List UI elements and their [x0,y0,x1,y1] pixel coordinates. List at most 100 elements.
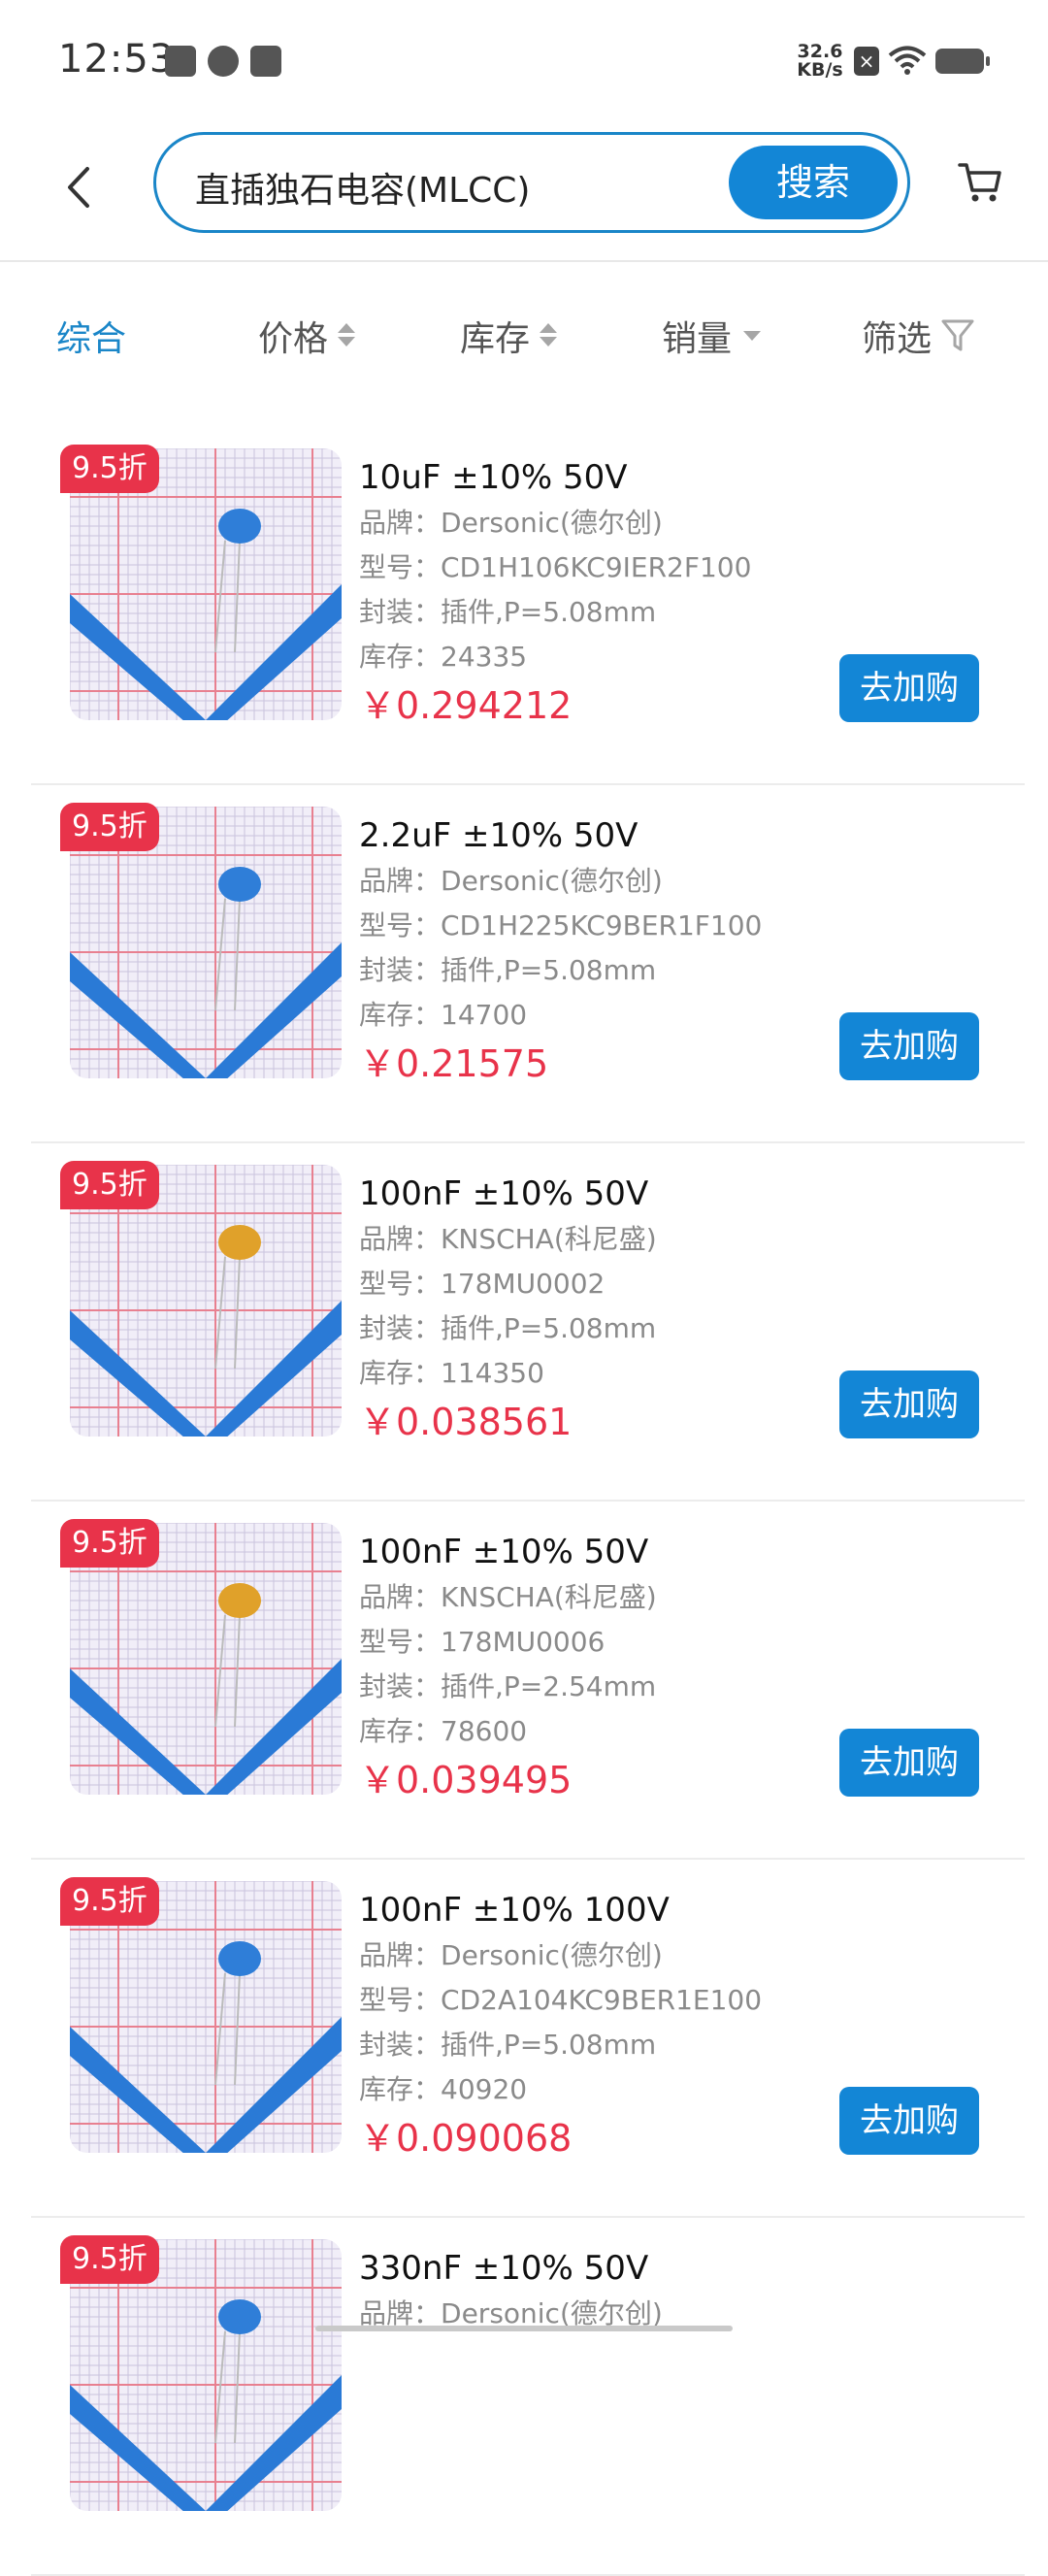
stock-row: 库存：24335 [359,635,776,679]
filter-icon [941,319,974,351]
tab-sales[interactable]: 销量 [662,311,762,361]
package-label: 封装： [359,954,442,986]
battery-icon [935,49,990,74]
brand-row: 品牌：Dersonic(德尔创) [359,1933,776,1978]
back-icon[interactable] [60,163,99,212]
sort-bar: 综合 价格 库存 销量 筛选 [0,291,1048,379]
brand-value: KNSCHA(科尼盛) [441,1581,657,1613]
search-input[interactable]: 直插独石电容(MLCC) 搜索 [153,132,910,233]
product-title[interactable]: 2.2uF ±10% 50V [359,812,776,859]
add-to-cart-button[interactable]: 去加购 [839,2087,979,2155]
product-info: 2.2uF ±10% 50V 品牌：Dersonic(德尔创) 型号：CD1H2… [359,812,776,1092]
sort-updown-icon [338,323,356,348]
package-row: 封装：插件,P=5.08mm [359,948,776,993]
brand-label: 品牌： [359,1581,442,1613]
tab-stock[interactable]: 库存 [460,311,558,361]
header-divider [0,260,1048,262]
stock-label: 库存： [359,641,442,673]
product-info: 100nF ±10% 100V 品牌：Dersonic(德尔创) 型号：CD2A… [359,1887,776,2166]
stock-value: 14700 [441,999,528,1031]
discount-badge: 9.5折 [60,445,159,493]
package-value: 插件,P=5.08mm [441,954,657,986]
tab-label: 销量 [662,319,733,359]
product-info: 100nF ±10% 50V 品牌：KNSCHA(科尼盛) 型号：178MU00… [359,1171,776,1450]
tab-label: 筛选 [862,319,933,359]
package-label: 封装： [359,596,442,628]
package-label: 封装： [359,2029,442,2061]
discount-badge: 9.5折 [60,1877,159,1926]
network-speed: 32.6 KB/s [797,41,843,81]
notification-icon [165,46,196,77]
product-title[interactable]: 330nF ±10% 50V [359,2245,776,2292]
product-price: ￥0.038561 [359,1401,573,1443]
brand-row: 品牌：Dersonic(德尔创) [359,859,776,904]
product-item[interactable]: 9.5折 10uF ±10% 50V 品牌：Dersonic(德尔创) 型号：C… [31,427,1025,785]
add-to-cart-button[interactable]: 去加购 [839,654,979,722]
stock-row: 库存：40920 [359,2067,776,2112]
package-row: 封装：插件,P=2.54mm [359,1665,776,1709]
tab-price[interactable]: 价格 [258,311,356,361]
wifi-icon [888,46,927,75]
brand-row: 品牌：KNSCHA(科尼盛) [359,1575,776,1620]
product-title[interactable]: 100nF ±10% 100V [359,1887,776,1933]
product-list: 9.5折 10uF ±10% 50V 品牌：Dersonic(德尔创) 型号：C… [31,427,1025,2576]
search-header: 直插独石电容(MLCC) 搜索 [0,116,1048,262]
discount-badge: 9.5折 [60,2235,159,2284]
brand-value: Dersonic(德尔创) [441,507,663,539]
stock-label: 库存： [359,999,442,1031]
package-value: 插件,P=5.08mm [441,2029,657,2061]
stock-value: 40920 [441,2073,528,2105]
model-value: 178MU0002 [441,1268,606,1300]
tab-comprehensive[interactable]: 综合 [56,311,126,361]
search-query[interactable]: 直插独石电容(MLCC) [195,162,530,213]
model-value: CD2A104KC9BER1E100 [441,1984,763,2016]
status-bar: 12:53 32.6 KB/s × [0,0,1048,116]
product-item[interactable]: 9.5折 100nF ±10% 100V 品牌：Dersonic(德尔创) 型号… [31,1860,1025,2218]
home-indicator [315,2326,733,2331]
add-to-cart-button[interactable]: 去加购 [839,1371,979,1438]
model-row: 型号：CD1H106KC9IER2F100 [359,545,776,590]
tab-label: 价格 [258,319,329,359]
discount-badge: 9.5折 [60,1161,159,1209]
package-value: 插件,P=2.54mm [441,1670,657,1702]
brand-label: 品牌： [359,1223,442,1255]
brand-label: 品牌： [359,507,442,539]
model-label: 型号： [359,1984,442,2016]
brand-row: 品牌：Dersonic(德尔创) [359,501,776,545]
brand-label: 品牌： [359,1939,442,1971]
sort-down-icon [743,331,762,341]
brand-label: 品牌： [359,865,442,897]
search-button[interactable]: 搜索 [729,146,898,219]
product-item[interactable]: 9.5折 100nF ±10% 50V 品牌：KNSCHA(科尼盛) 型号：17… [31,1143,1025,1502]
product-title[interactable]: 100nF ±10% 50V [359,1171,776,1217]
tab-filter[interactable]: 筛选 [862,311,974,361]
product-title[interactable]: 100nF ±10% 50V [359,1529,776,1575]
package-label: 封装： [359,1670,442,1702]
model-label: 型号： [359,1268,442,1300]
package-value: 插件,P=5.08mm [441,1312,657,1344]
cart-icon[interactable] [956,157,1004,206]
no-sim-icon: × [854,47,879,76]
package-row: 封装：插件,P=5.08mm [359,2023,776,2067]
model-row: 型号：178MU0002 [359,1262,776,1306]
add-to-cart-button[interactable]: 去加购 [839,1729,979,1797]
model-row: 型号：178MU0006 [359,1620,776,1665]
product-title[interactable]: 10uF ±10% 50V [359,454,776,501]
stock-value: 114350 [441,1357,544,1389]
model-value: CD1H225KC9BER1F100 [441,909,763,941]
brand-row: 品牌：KNSCHA(科尼盛) [359,1217,776,1262]
app-icon [208,46,239,77]
product-price: ￥0.294212 [359,684,573,727]
stock-value: 24335 [441,641,528,673]
product-item[interactable]: 9.5折 330nF ±10% 50V 品牌：Dersonic(德尔创) [31,2218,1025,2576]
product-item[interactable]: 9.5折 100nF ±10% 50V 品牌：KNSCHA(科尼盛) 型号：17… [31,1502,1025,1860]
stock-row: 库存：14700 [359,993,776,1038]
stock-label: 库存： [359,1715,442,1747]
add-to-cart-button[interactable]: 去加购 [839,1012,979,1080]
product-item[interactable]: 9.5折 2.2uF ±10% 50V 品牌：Dersonic(德尔创) 型号：… [31,785,1025,1143]
brand-value: Dersonic(德尔创) [441,1939,663,1971]
brand-value: Dersonic(德尔创) [441,865,663,897]
stock-label: 库存： [359,1357,442,1389]
stock-row: 库存：114350 [359,1351,776,1396]
product-info: 10uF ±10% 50V 品牌：Dersonic(德尔创) 型号：CD1H10… [359,454,776,734]
